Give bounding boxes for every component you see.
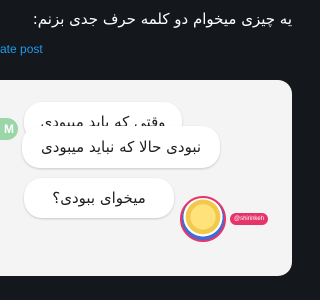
tweet-screenshot: یه چیزی میخوام دو کلمه حرف جدی بزنم: ate… bbox=[0, 0, 300, 300]
sticker-handle-label: @shirinkeh bbox=[230, 213, 269, 225]
chat-bubble-2: نبودی حالا که نباید میبودی bbox=[22, 126, 220, 168]
cartoon-sticker-icon bbox=[180, 196, 226, 242]
chat-bubble-3: میخوای ببودی؟ bbox=[24, 178, 174, 218]
translate-post-link[interactable]: ate post bbox=[0, 42, 43, 56]
tweet-text: یه چیزی میخوام دو کلمه حرف جدی بزنم: bbox=[32, 10, 292, 28]
